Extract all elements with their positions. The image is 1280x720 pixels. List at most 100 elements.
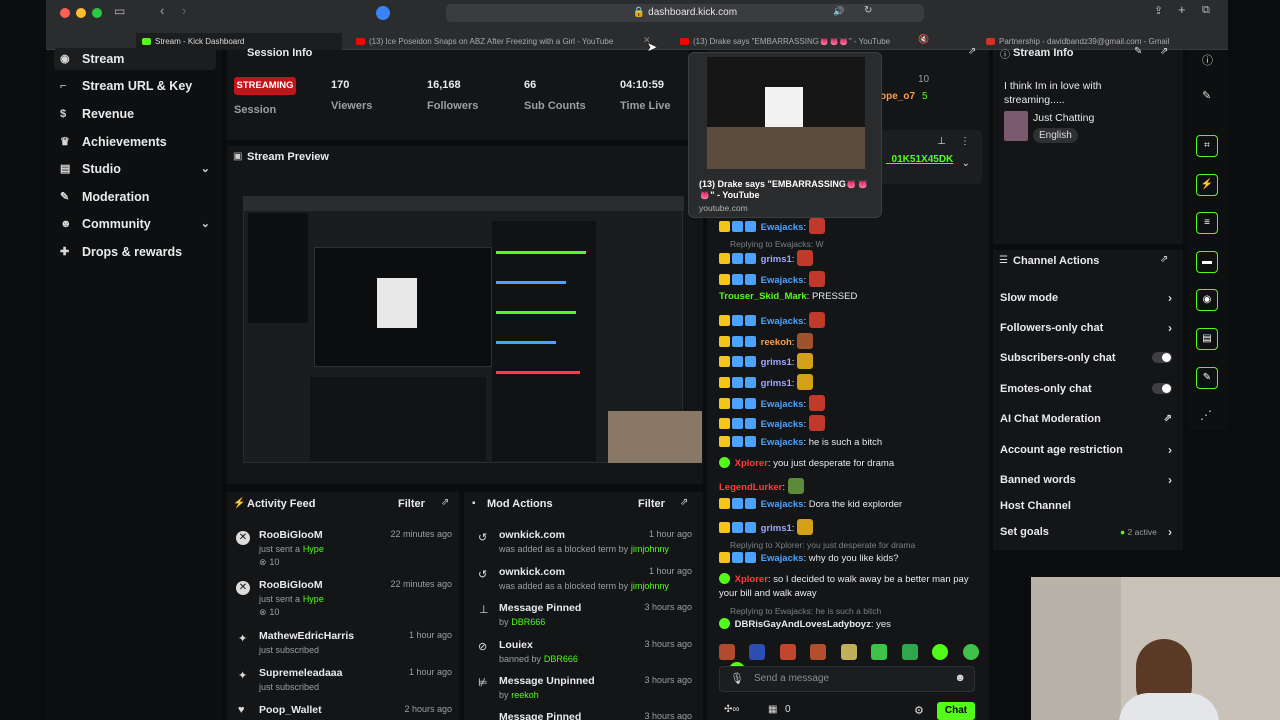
action-followers-only[interactable]: Followers-only chat › <box>1000 320 1176 336</box>
chat-message[interactable]: Ewajacks: <box>719 312 826 328</box>
stream-preview-video[interactable] <box>243 196 702 463</box>
chevron-down-icon[interactable]: ⌄ <box>962 158 970 169</box>
chat-message[interactable]: Ewajacks: <box>719 271 826 287</box>
chat-message[interactable]: grims1: <box>719 250 814 266</box>
reload-icon[interactable]: ↻ <box>864 5 872 16</box>
gift-icon[interactable]: ▦ <box>768 704 777 715</box>
new-tab-icon[interactable]: + <box>1178 2 1186 17</box>
rail-button-scan[interactable]: ⌗ <box>1196 135 1218 157</box>
sidebar-item-achievements[interactable]: ♛ Achievements <box>54 131 216 153</box>
more-icon[interactable]: ⋮ <box>960 136 970 147</box>
chat-user[interactable]: grims1 <box>761 254 792 265</box>
sidebar-item-drops-rewards[interactable]: ✚ Drops & rewards <box>54 241 216 263</box>
chat-message[interactable]: Xplorer: so I decided to walk away be a … <box>719 573 977 601</box>
action-banned-words[interactable]: Banned words › <box>1000 472 1176 488</box>
chat-message[interactable]: Xplorer: you just desperate for drama <box>719 457 894 469</box>
rail-button-tools[interactable]: ✎ <box>1196 367 1218 389</box>
chat-user[interactable]: Trouser_Skid_Mark <box>719 291 807 302</box>
sidebar-toggle-icon[interactable]: ▭ <box>114 4 125 18</box>
tab-overview-icon[interactable]: ⧉ <box>1202 4 1210 17</box>
extension-icon[interactable] <box>376 6 390 20</box>
chat-user[interactable]: Ewajacks <box>761 275 804 286</box>
tab-hover-preview[interactable]: (13) Drake says "EMBARRASSING👅👅👅" - YouT… <box>688 52 882 218</box>
category-label[interactable]: Just Chatting <box>1033 112 1094 124</box>
action-slow-mode[interactable]: Slow mode › <box>1000 290 1176 306</box>
popout-icon[interactable]: ⇗ <box>680 497 688 508</box>
emoji-icon[interactable]: ☻ <box>954 672 966 684</box>
sidebar-item-stream[interactable]: ◉ Stream <box>54 48 216 70</box>
emote-icon[interactable] <box>810 644 827 660</box>
share-nodes-icon[interactable]: ⋰ <box>1200 408 1212 422</box>
emote-icon[interactable] <box>749 644 766 660</box>
chat-message[interactable]: Trouser_Skid_Mark: PRESSED <box>719 291 857 302</box>
popout-icon[interactable]: ⇗ <box>1160 254 1168 265</box>
close-window-icon[interactable] <box>60 8 70 18</box>
audio-icon[interactable]: 🔊 <box>833 6 844 17</box>
emote-icon[interactable] <box>840 644 857 660</box>
rail-button-chat[interactable]: ▬ <box>1196 251 1218 273</box>
chat-message[interactable]: Ewajacks: <box>719 415 826 431</box>
emote-icon[interactable] <box>901 644 918 660</box>
popout-icon[interactable]: ⇗ <box>441 497 449 508</box>
chat-user[interactable]: DBRisGayAndLovesLadyboyz <box>735 619 871 630</box>
share-icon[interactable]: ⇪ <box>1154 4 1163 17</box>
sidebar-item-stream-url-key[interactable]: ⌐ Stream URL & Key <box>54 75 216 97</box>
chat-message[interactable]: Ewajacks: why do you like kids? <box>719 552 899 564</box>
action-host-channel[interactable]: Host Channel <box>1000 498 1176 514</box>
emote-icon[interactable] <box>871 644 888 660</box>
chat-message[interactable]: LegendLurker: <box>719 478 804 494</box>
chat-user[interactable]: grims1 <box>761 523 792 534</box>
chat-user[interactable]: Xplorer <box>735 574 768 585</box>
chat-user[interactable]: Ewajacks <box>761 316 804 327</box>
rail-button-bolt[interactable]: ⚡ <box>1196 174 1218 196</box>
popout-icon[interactable]: ⇗ <box>968 46 976 57</box>
chat-user[interactable]: Xplorer <box>735 458 768 469</box>
chat-message[interactable]: Ewajacks: Dora the kid explorder <box>719 498 902 510</box>
chat-message[interactable]: reekoh: <box>719 333 814 349</box>
chat-message[interactable]: grims1: <box>719 374 814 390</box>
tab-youtube-ice[interactable]: (13) Ice Poseidon Snaps on ABZ After Fre… <box>356 33 666 50</box>
pencil-icon[interactable]: ✎ <box>1202 89 1211 102</box>
chat-user[interactable]: Ewajacks <box>761 419 804 430</box>
emote-icon[interactable] <box>962 644 979 660</box>
emote-icon[interactable] <box>719 644 735 660</box>
chat-user[interactable]: reekoh <box>761 337 792 348</box>
chat-user[interactable]: Ewajacks <box>761 437 804 448</box>
back-icon[interactable]: ‹ <box>160 3 164 18</box>
chat-user[interactable]: Ewajacks <box>761 553 804 564</box>
sidebar-item-community[interactable]: ☻ Community ⌄ <box>54 213 216 235</box>
chat-input[interactable]: 🎙 Send a message ☻ <box>719 666 975 692</box>
chat-message[interactable]: Ewajacks: <box>719 218 826 234</box>
activity-filter-button[interactable]: Filter <box>398 498 425 510</box>
pinned-link[interactable]: _01K51X45DK <box>886 154 953 165</box>
chat-user[interactable]: Ewajacks <box>761 222 804 233</box>
chat-message[interactable]: DBRisGayAndLovesLadyboyz: yes <box>719 618 891 630</box>
rail-button-list[interactable]: ≡ <box>1196 212 1218 234</box>
mod-filter-button[interactable]: Filter <box>638 498 665 510</box>
action-set-goals[interactable]: Set goals ● 2 active › <box>1000 524 1176 540</box>
popout-icon[interactable]: ⇗ <box>1160 46 1168 57</box>
tab-youtube-drake[interactable]: (13) Drake says "EMBARRASSING👅👅👅" - YouT… <box>680 33 900 50</box>
chat-user[interactable]: Ewajacks <box>761 399 804 410</box>
chat-user[interactable]: grims1 <box>761 357 792 368</box>
action-account-age[interactable]: Account age restriction › <box>1000 442 1176 458</box>
chat-user[interactable]: LegendLurker <box>719 482 782 493</box>
sidebar-item-revenue[interactable]: $ Revenue <box>54 103 216 125</box>
action-emotes-only[interactable]: Emotes-only chat <box>1000 381 1176 397</box>
edit-icon[interactable]: ✎ <box>1134 46 1142 57</box>
sidebar-item-studio[interactable]: ▤ Studio ⌄ <box>54 158 216 180</box>
chat-user[interactable]: Ewajacks <box>761 499 804 510</box>
rail-button-layout[interactable]: ▤ <box>1196 328 1218 350</box>
emote-icon[interactable] <box>932 644 949 660</box>
category-thumbnail[interactable] <box>1004 111 1028 141</box>
info-icon[interactable]: ⓘ <box>1202 52 1213 68</box>
minimize-window-icon[interactable] <box>76 8 86 18</box>
action-subscribers-only[interactable]: Subscribers-only chat <box>1000 350 1176 366</box>
subscribers-only-toggle[interactable] <box>1152 352 1172 363</box>
points-icon[interactable]: ✣∞ <box>724 704 740 715</box>
chat-user[interactable]: grims1 <box>761 378 792 389</box>
tab-mute-icon[interactable]: 🔇 <box>918 34 929 45</box>
chat-message[interactable]: Ewajacks: he is such a bitch <box>719 436 882 448</box>
address-bar[interactable]: 🔒 dashboard.kick.com <box>446 4 924 22</box>
action-ai-moderation[interactable]: AI Chat Moderation ⇗ <box>1000 411 1176 427</box>
